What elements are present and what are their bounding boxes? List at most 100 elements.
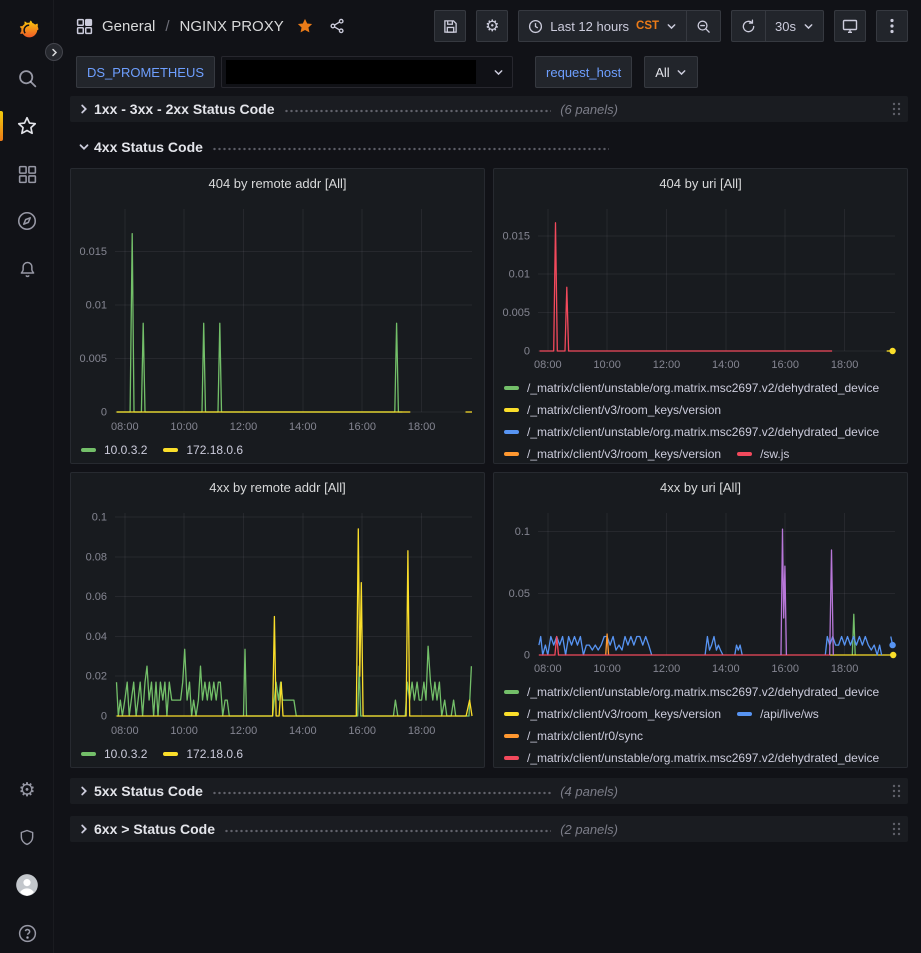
panel-title: 4xx by remote addr [All] [209,480,346,495]
refresh-interval-picker[interactable]: 30s [765,11,823,41]
variables-submenu: DS_PROMETHEUS request_host All [54,52,921,92]
sidebar-item-search[interactable] [0,60,54,96]
dashboards-grid-icon [17,164,38,185]
drag-handle-icon[interactable] [892,102,901,121]
svg-text:0.1: 0.1 [92,512,107,524]
row-inner: 5xx Status Code (4 panels) [70,783,618,799]
timezone-label: CST [636,20,659,32]
panel-title: 404 by remote addr [All] [208,176,346,191]
time-picker-group: Last 12 hours CST [518,10,721,42]
sidebar-item-profile[interactable] [0,867,54,903]
legend-series-color [504,452,519,456]
share-icon[interactable] [329,18,345,34]
legend-series-color [81,448,96,452]
legend-series-label: 10.0.3.2 [104,747,147,761]
row-inner: 4xx Status Code [70,139,618,155]
svg-text:16:00: 16:00 [771,359,799,371]
time-range-picker[interactable]: Last 12 hours CST [519,11,686,41]
save-dashboard-button[interactable] [434,10,466,42]
legend-item[interactable]: 172.18.0.6 [163,439,243,461]
sidebar-item-configuration[interactable]: ⚙ [0,772,54,808]
svg-text:12:00: 12:00 [653,359,681,371]
panel-header[interactable]: 4xx by uri [All] [494,473,907,501]
legend-item[interactable]: /_matrix/client/v3/room_keys/version [504,703,721,725]
chart-legend: 10.0.3.2 172.18.0.6 [71,741,484,767]
legend-item[interactable]: /_matrix/client/r0/sync [504,725,643,747]
redacted-value [226,60,476,84]
variable-select-ds-prometheus[interactable] [221,56,513,88]
legend-series-color [163,448,178,452]
legend-item[interactable]: /api/live/ws [737,703,819,725]
sidebar-expand-button[interactable] [45,43,63,61]
legend-item[interactable]: /_matrix/client/unstable/org.matrix.msc2… [504,747,879,767]
grafana-logo[interactable] [0,10,54,46]
chevron-down-icon [666,21,677,32]
row-6xx-status-code[interactable]: 6xx > Status Code (2 panels) [70,816,908,842]
panel-header[interactable]: 4xx by remote addr [All] [71,473,484,501]
panel-header[interactable]: 404 by remote addr [All] [71,169,484,197]
svg-text:14:00: 14:00 [712,663,740,675]
legend-item[interactable]: 10.0.3.2 [81,439,147,461]
toolbar-actions: ⚙ Last 12 hours CST [434,10,908,42]
variable-label-ds-prometheus[interactable]: DS_PROMETHEUS [76,56,215,88]
drag-handle-icon[interactable] [892,784,901,803]
legend-series-label: /_matrix/client/unstable/org.matrix.msc2… [527,685,879,699]
svg-text:14:00: 14:00 [712,359,740,371]
legend-item[interactable]: /sw.js [737,443,789,463]
svg-text:18:00: 18:00 [831,663,859,675]
legend-series-label: /sw.js [760,447,789,461]
svg-text:10:00: 10:00 [170,421,198,433]
svg-text:14:00: 14:00 [289,725,317,737]
variable-label-request-host[interactable]: request_host [535,56,632,88]
refresh-interval-label: 30s [775,19,796,34]
svg-text:0.1: 0.1 [515,526,530,538]
panel-title: 4xx by uri [All] [660,480,741,495]
dashboard-settings-button[interactable]: ⚙ [476,10,508,42]
legend-series-color [163,752,178,756]
refresh-group: 30s [731,10,824,42]
refresh-button[interactable] [732,11,765,41]
legend-item[interactable]: /_matrix/client/v3/room_keys/version [504,443,721,463]
chevron-down-icon [493,67,504,78]
svg-text:10:00: 10:00 [170,725,198,737]
legend-series-color [504,734,519,738]
favorite-star-icon[interactable] [296,17,314,35]
svg-text:16:00: 16:00 [348,725,376,737]
svg-text:0.02: 0.02 [86,671,107,683]
panel-header[interactable]: 404 by uri [All] [494,169,907,197]
legend-item[interactable]: 10.0.3.2 [81,743,147,765]
search-icon [17,68,38,89]
legend-item[interactable]: /_matrix/client/v3/room_keys/version [504,399,721,421]
sidebar-item-starred[interactable] [0,108,54,144]
drag-handle-icon[interactable] [892,822,901,841]
sidebar-item-explore[interactable] [0,203,54,239]
svg-text:0: 0 [524,650,530,662]
variable-select-request-host[interactable]: All [644,56,697,88]
row-1xx-3xx-2xx-status-code[interactable]: 1xx - 3xx - 2xx Status Code (6 panels) [70,96,908,122]
legend-item[interactable]: /_matrix/client/unstable/org.matrix.msc2… [504,681,879,703]
legend-item[interactable]: /_matrix/client/unstable/org.matrix.msc2… [504,421,879,443]
legend-series-label: /_matrix/client/unstable/org.matrix.msc2… [527,751,879,765]
chevron-down-icon [676,67,687,78]
legend-series-color [737,712,752,716]
legend-item[interactable]: /_matrix/client/unstable/org.matrix.msc2… [504,377,879,399]
sidebar-item-server-admin[interactable] [0,820,54,856]
sidebar-item-dashboards[interactable] [0,156,54,192]
chart: 00.0050.010.01508:0010:0012:0014:0016:00… [71,197,484,437]
chevron-right-icon [78,103,90,115]
sidebar-item-alerting[interactable] [0,251,54,287]
legend-item[interactable]: 172.18.0.6 [163,743,243,765]
breadcrumb-folder[interactable]: General [102,18,155,35]
cycle-view-button[interactable] [834,10,866,42]
legend-series-label: /_matrix/client/r0/sync [527,729,643,743]
kebab-menu-icon [890,18,894,34]
chevron-down-icon [803,21,814,32]
settings-gear-icon: ⚙ [485,18,499,34]
time-range-label: Last 12 hours [550,19,629,34]
legend-series-color [504,408,519,412]
zoom-out-button[interactable] [686,11,720,41]
row-5xx-status-code[interactable]: 5xx Status Code (4 panels) [70,778,908,804]
row-4xx-status-code[interactable]: 4xx Status Code [70,134,908,160]
sidebar-item-help[interactable] [0,915,54,951]
kebab-menu-button[interactable] [876,10,908,42]
